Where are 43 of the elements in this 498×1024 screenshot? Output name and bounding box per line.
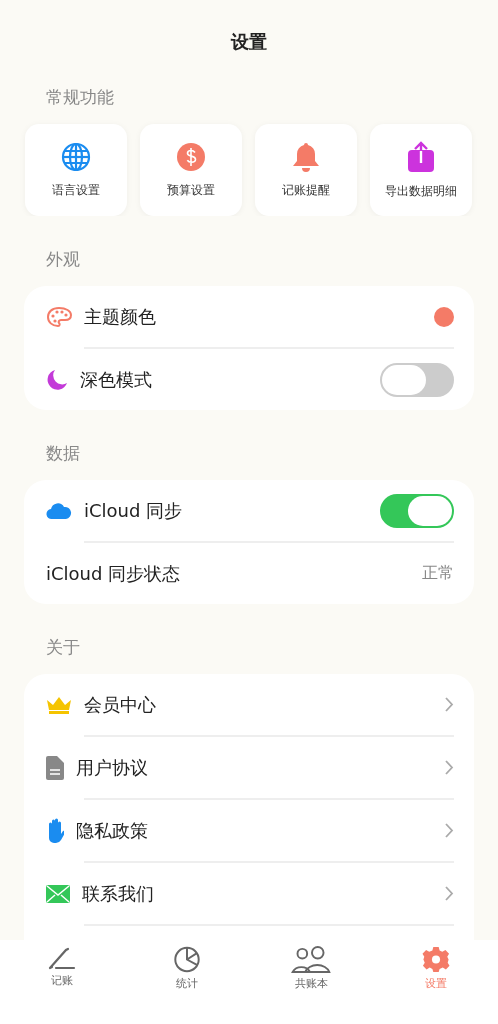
gear-icon xyxy=(420,946,451,973)
row-label: 用户协议 xyxy=(76,755,149,780)
people-icon xyxy=(291,946,332,973)
share-icon xyxy=(407,140,435,173)
section-header: 数据 xyxy=(45,442,81,465)
section-header: 关于 xyxy=(45,636,81,659)
row-label: 联系我们 xyxy=(82,881,155,906)
envelope-icon xyxy=(46,884,70,903)
page-title: 设置 xyxy=(229,30,268,54)
row-label: 深色模式 xyxy=(80,367,153,392)
feature-tile[interactable]: 预算设置 xyxy=(140,124,242,216)
section-header: 外观 xyxy=(45,248,81,271)
feature-tile[interactable]: 导出数据明细 xyxy=(370,124,472,216)
tab[interactable]: 统计 xyxy=(124,940,249,992)
document-icon xyxy=(46,755,64,780)
theme-color-dot[interactable] xyxy=(434,306,454,327)
chevron-icon xyxy=(445,823,454,838)
dollar-icon xyxy=(176,141,206,172)
row-label: 主题颜色 xyxy=(84,304,157,329)
row-label: iCloud 同步 xyxy=(84,498,184,523)
globe-icon xyxy=(61,141,91,172)
section-header: 常规功能 xyxy=(45,86,115,109)
toggle-switch[interactable] xyxy=(380,362,454,397)
palette-icon xyxy=(46,305,72,328)
chevron-icon xyxy=(445,697,454,712)
crown-icon xyxy=(46,695,72,714)
row-label: 会员中心 xyxy=(84,692,157,717)
feature-tile[interactable]: 记账提醒 xyxy=(255,124,357,216)
moon-icon xyxy=(46,368,68,391)
row-label: 隐私政策 xyxy=(76,818,149,843)
chevron-icon xyxy=(445,886,454,901)
chevron-icon xyxy=(445,760,454,775)
tab[interactable]: 记账 xyxy=(0,940,125,992)
toggle-switch[interactable] xyxy=(380,493,454,528)
bell-icon xyxy=(292,141,320,172)
row-label: iCloud 同步状态 xyxy=(46,561,182,586)
status-value: 正常 xyxy=(422,563,454,584)
feature-tile[interactable]: 语言设置 xyxy=(25,124,127,216)
pie-chart-icon xyxy=(171,946,202,973)
cloud-icon xyxy=(46,501,72,520)
pencil-icon xyxy=(48,946,77,970)
hand-icon xyxy=(46,817,64,844)
tab[interactable]: 共账本 xyxy=(249,940,374,992)
